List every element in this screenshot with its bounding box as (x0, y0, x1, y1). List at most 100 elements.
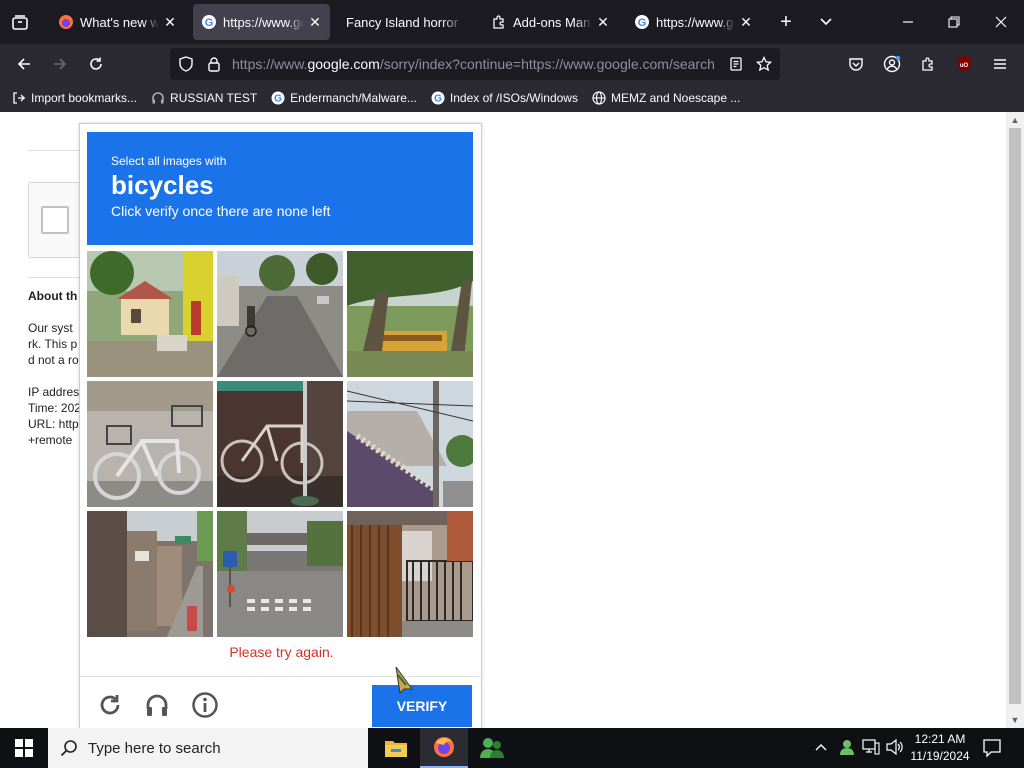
forward-arrow-icon[interactable] (46, 50, 74, 78)
body-line: d not a ro (28, 353, 79, 367)
svg-text:G: G (205, 17, 214, 29)
about-heading: About th (28, 289, 78, 303)
reader-view-icon[interactable] (728, 56, 744, 77)
firefox-icon (58, 14, 74, 30)
clock-time: 12:21 AM (914, 732, 966, 746)
audio-challenge-headphones-icon[interactable] (143, 691, 171, 719)
import-icon (12, 91, 26, 105)
puzzle-icon (491, 14, 507, 30)
windows-start-icon[interactable] (0, 728, 48, 768)
scrollbar-thumb[interactable] (1009, 128, 1021, 704)
network-icon[interactable] (862, 739, 880, 760)
image-tile[interactable] (87, 381, 213, 507)
tree-photo (347, 251, 473, 377)
google-icon: G (201, 14, 217, 30)
house-photo (87, 251, 213, 377)
user-tray-icon[interactable] (838, 738, 856, 761)
svg-text:G: G (274, 94, 282, 105)
bookmark-russian-test[interactable]: RUSSIAN TEST (149, 91, 259, 105)
reload-challenge-icon[interactable] (96, 691, 124, 719)
taskbar-search-box[interactable]: Type here to search (48, 728, 368, 768)
close-window-icon[interactable] (983, 8, 1019, 36)
url-text[interactable]: https://www.google.com/sorry/index?conti… (232, 48, 717, 80)
image-tile[interactable] (217, 511, 343, 637)
challenge-footer: VERIFY (80, 676, 483, 728)
image-tile[interactable] (217, 251, 343, 377)
reload-icon[interactable] (82, 50, 110, 78)
tab-addons-manager[interactable]: Add-ons Manager ✕ (483, 4, 618, 40)
scroll-down-icon[interactable]: ▼ (1006, 712, 1024, 728)
search-placeholder: Type here to search (88, 739, 221, 757)
bookmark-endermanch[interactable]: G Endermanch/Malware... (269, 91, 419, 105)
tab-title: https://www.google.com/sorry (223, 14, 304, 30)
scroll-up-icon[interactable]: ▲ (1006, 112, 1024, 128)
image-tile[interactable] (347, 511, 473, 637)
list-all-tabs-icon[interactable] (0, 0, 40, 44)
pocket-icon[interactable] (842, 50, 870, 78)
extensions-icon[interactable] (914, 50, 942, 78)
challenge-instruction: Select all images with (111, 154, 227, 168)
challenge-hint: Click verify once there are none left (111, 203, 331, 219)
web-page: About th Our syst rk. This p d not a ro … (0, 112, 1024, 728)
notification-icon[interactable] (982, 738, 1002, 763)
back-arrow-icon[interactable] (10, 50, 38, 78)
verify-button[interactable]: VERIFY (372, 685, 472, 727)
url-bar[interactable]: https://www.google.com/sorry/index?conti… (170, 48, 780, 80)
minimize-icon[interactable] (890, 8, 926, 36)
file-explorer-icon[interactable] (372, 728, 420, 768)
windows-taskbar: Type here to search 12:21 AM 11/19/2024 (0, 728, 1024, 768)
firefox-taskbar-icon[interactable] (420, 728, 468, 768)
bookmark-memz[interactable]: MEMZ and Noescape ... (590, 91, 742, 105)
body-line: rk. This p (28, 337, 78, 351)
body-line: Our syst (28, 321, 73, 335)
tab-title: https://www.google.com (656, 14, 735, 30)
bicycle-photo (87, 381, 213, 507)
shield-icon[interactable] (178, 56, 194, 77)
google-icon: G (431, 91, 445, 105)
people-app-icon[interactable] (468, 728, 516, 768)
hamburger-menu-icon[interactable] (986, 50, 1014, 78)
tab-google-sorry[interactable]: G https://www.google.com/sorry ✕ (193, 4, 330, 40)
bookmark-isos-windows[interactable]: G Index of /ISOs/Windows (429, 91, 580, 105)
challenge-target: bicycles (111, 170, 214, 200)
account-icon[interactable] (878, 50, 906, 78)
svg-text:G: G (434, 94, 442, 105)
bookmark-star-icon[interactable] (755, 55, 773, 77)
recaptcha-challenge: Select all images with bicycles Click ve… (79, 123, 483, 728)
gate-photo (347, 511, 473, 637)
headphones-icon (151, 91, 165, 105)
tab-whats-new[interactable]: What's new with Firefox ✕ (50, 4, 185, 40)
new-tab-icon[interactable]: + (772, 8, 800, 36)
street-photo (87, 511, 213, 637)
tab-bar: What's new with Firefox ✕ G https://www.… (0, 0, 1024, 44)
clock-date: 11/19/2024 (910, 749, 970, 763)
info-remote: +remote (28, 433, 73, 447)
tab-google[interactable]: G https://www.google.com ✕ (626, 4, 761, 40)
chevron-up-icon[interactable] (814, 740, 828, 759)
image-tile[interactable] (87, 511, 213, 637)
info-icon[interactable] (191, 691, 219, 719)
close-icon[interactable]: ✕ (163, 14, 177, 31)
image-tile[interactable] (347, 381, 473, 507)
cursor-icon (392, 665, 416, 700)
lock-icon[interactable] (206, 56, 222, 77)
image-tile[interactable] (347, 251, 473, 377)
close-icon[interactable]: ✕ (308, 14, 322, 31)
page-scrollbar[interactable]: ▲ ▼ (1006, 112, 1024, 728)
tab-title: Fancy Island horror (346, 14, 458, 30)
street-photo (217, 251, 343, 377)
navigation-toolbar: https://www.google.com/sorry/index?conti… (0, 44, 1024, 84)
image-tile[interactable] (87, 251, 213, 377)
tab-fancy-island[interactable]: Fancy Island horror (338, 4, 473, 40)
ublock-origin-icon[interactable]: uO (950, 50, 978, 78)
restore-icon[interactable] (936, 8, 972, 36)
recaptcha-checkbox[interactable] (41, 206, 69, 234)
close-icon[interactable]: ✕ (739, 14, 753, 31)
system-clock[interactable]: 12:21 AM 11/19/2024 (900, 731, 980, 765)
close-icon[interactable]: ✕ (596, 14, 610, 31)
bookmark-import[interactable]: Import bookmarks... (10, 91, 139, 105)
chevron-down-icon[interactable] (812, 8, 840, 36)
image-tile[interactable] (217, 381, 343, 507)
tab-title: What's new with Firefox (80, 14, 159, 30)
info-url: URL: http (28, 417, 79, 431)
